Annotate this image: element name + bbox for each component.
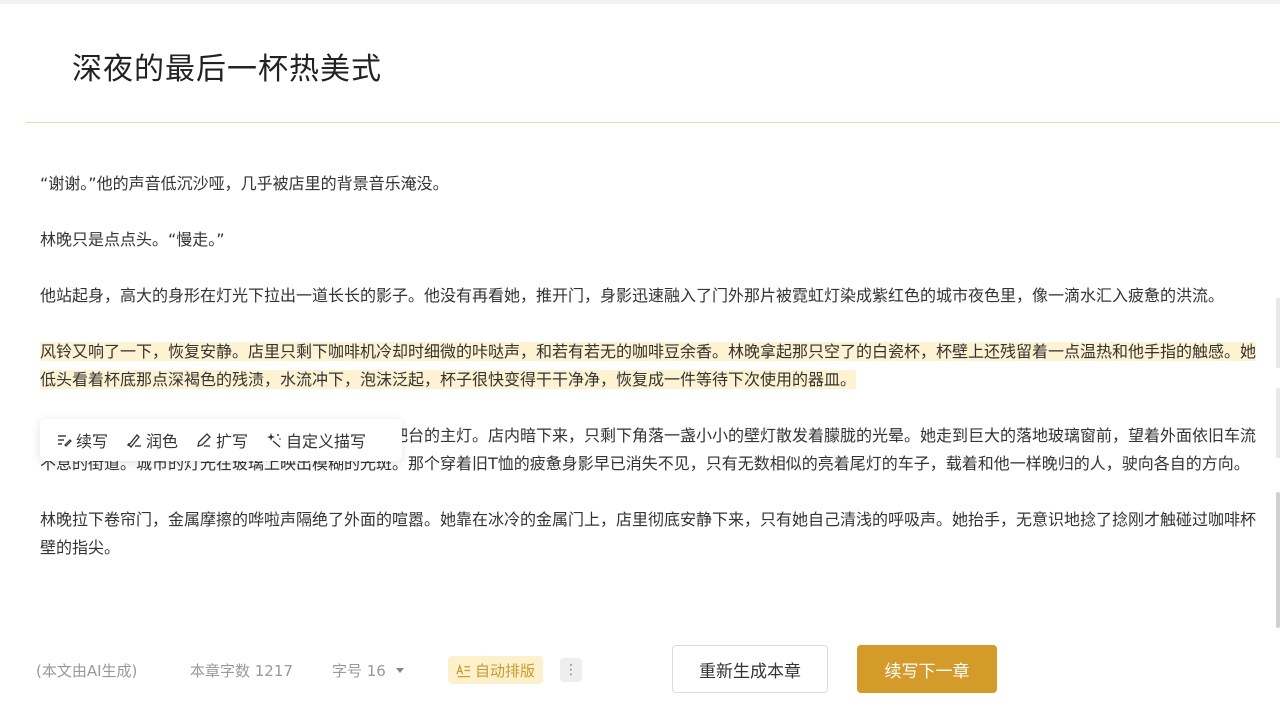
continue-writing-button[interactable]: 续写	[56, 428, 108, 452]
continue-writing-label: 续写	[76, 432, 109, 451]
chapter-title: 深夜的最后一杯热美式	[72, 52, 382, 87]
continue-next-chapter-button[interactable]: 续写下一章	[857, 645, 997, 693]
list-pen-icon	[58, 435, 72, 447]
top-strip	[0, 0, 1280, 4]
selected-text[interactable]: 风铃又响了一下，恢复安静。店里只剩下咖啡机冷却时细微的咔哒声，和若有若无的咖啡豆…	[40, 342, 1257, 389]
paragraph[interactable]: 林晚拉下卷帘门，金属摩擦的哗啦声隔绝了外面的喧嚣。她靠在冰冷的金属门上，店里彻底…	[40, 506, 1262, 562]
paragraph-selected[interactable]: 风铃又响了一下，恢复安静。店里只剩下咖啡机冷却时细微的咔哒声，和若有若无的咖啡豆…	[40, 338, 1262, 394]
polish-label: 润色	[146, 432, 179, 451]
more-vertical-icon: ⋮	[564, 662, 578, 678]
chapter-content[interactable]: “谢谢。”他的声音低沉沙哑，几乎被店里的背景音乐淹没。 林晚只是点点头。“慢走。…	[40, 170, 1262, 590]
expand-writing-label: 扩写	[216, 432, 249, 451]
polish-button[interactable]: 润色	[126, 428, 178, 452]
caret-down-icon	[395, 668, 404, 673]
paragraph[interactable]: “谢谢。”他的声音低沉沙哑，几乎被店里的背景音乐淹没。	[40, 170, 1262, 198]
auto-layout-label: 自动排版	[475, 661, 536, 680]
text-layout-icon	[456, 663, 471, 677]
ai-generated-note: (本文由AI生成)	[36, 662, 138, 680]
expand-writing-button[interactable]: 扩写	[196, 428, 248, 452]
sparkle-icon	[267, 433, 281, 448]
regenerate-chapter-button[interactable]: 重新生成本章	[672, 645, 828, 693]
footer-bar: (本文由AI生成) 本章字数 1217 字号 16 自动排版 ⋮ 重新生成本章 …	[0, 642, 1280, 698]
right-edge-tab[interactable]	[1276, 388, 1280, 458]
font-size-select[interactable]: 字号 16	[332, 660, 404, 681]
custom-description-button[interactable]: 自定义描写	[266, 428, 366, 452]
scrollbar-thumb[interactable]	[1276, 492, 1280, 628]
brush-icon	[127, 434, 142, 448]
pen-icon	[197, 433, 211, 447]
selection-toolbar: 续写 润色 扩写 自定义描写	[40, 419, 402, 461]
paragraph[interactable]: 林晚只是点点头。“慢走。”	[40, 226, 1262, 254]
paragraph[interactable]: 他站起身，高大的身形在灯光下拉出一道长长的影子。他没有再看她，推开门，身影迅速融…	[40, 282, 1262, 310]
custom-description-label: 自定义描写	[286, 432, 367, 451]
title-divider	[26, 122, 1280, 123]
more-options-button[interactable]: ⋮	[560, 658, 582, 682]
auto-layout-button[interactable]: 自动排版	[448, 656, 544, 684]
word-count: 本章字数 1217	[190, 662, 293, 680]
font-size-value: 字号 16	[332, 662, 386, 680]
editor-page: 深夜的最后一杯热美式 “谢谢。”他的声音低沉沙哑，几乎被店里的背景音乐淹没。 林…	[0, 0, 1280, 707]
right-edge-tab[interactable]	[1276, 298, 1280, 368]
